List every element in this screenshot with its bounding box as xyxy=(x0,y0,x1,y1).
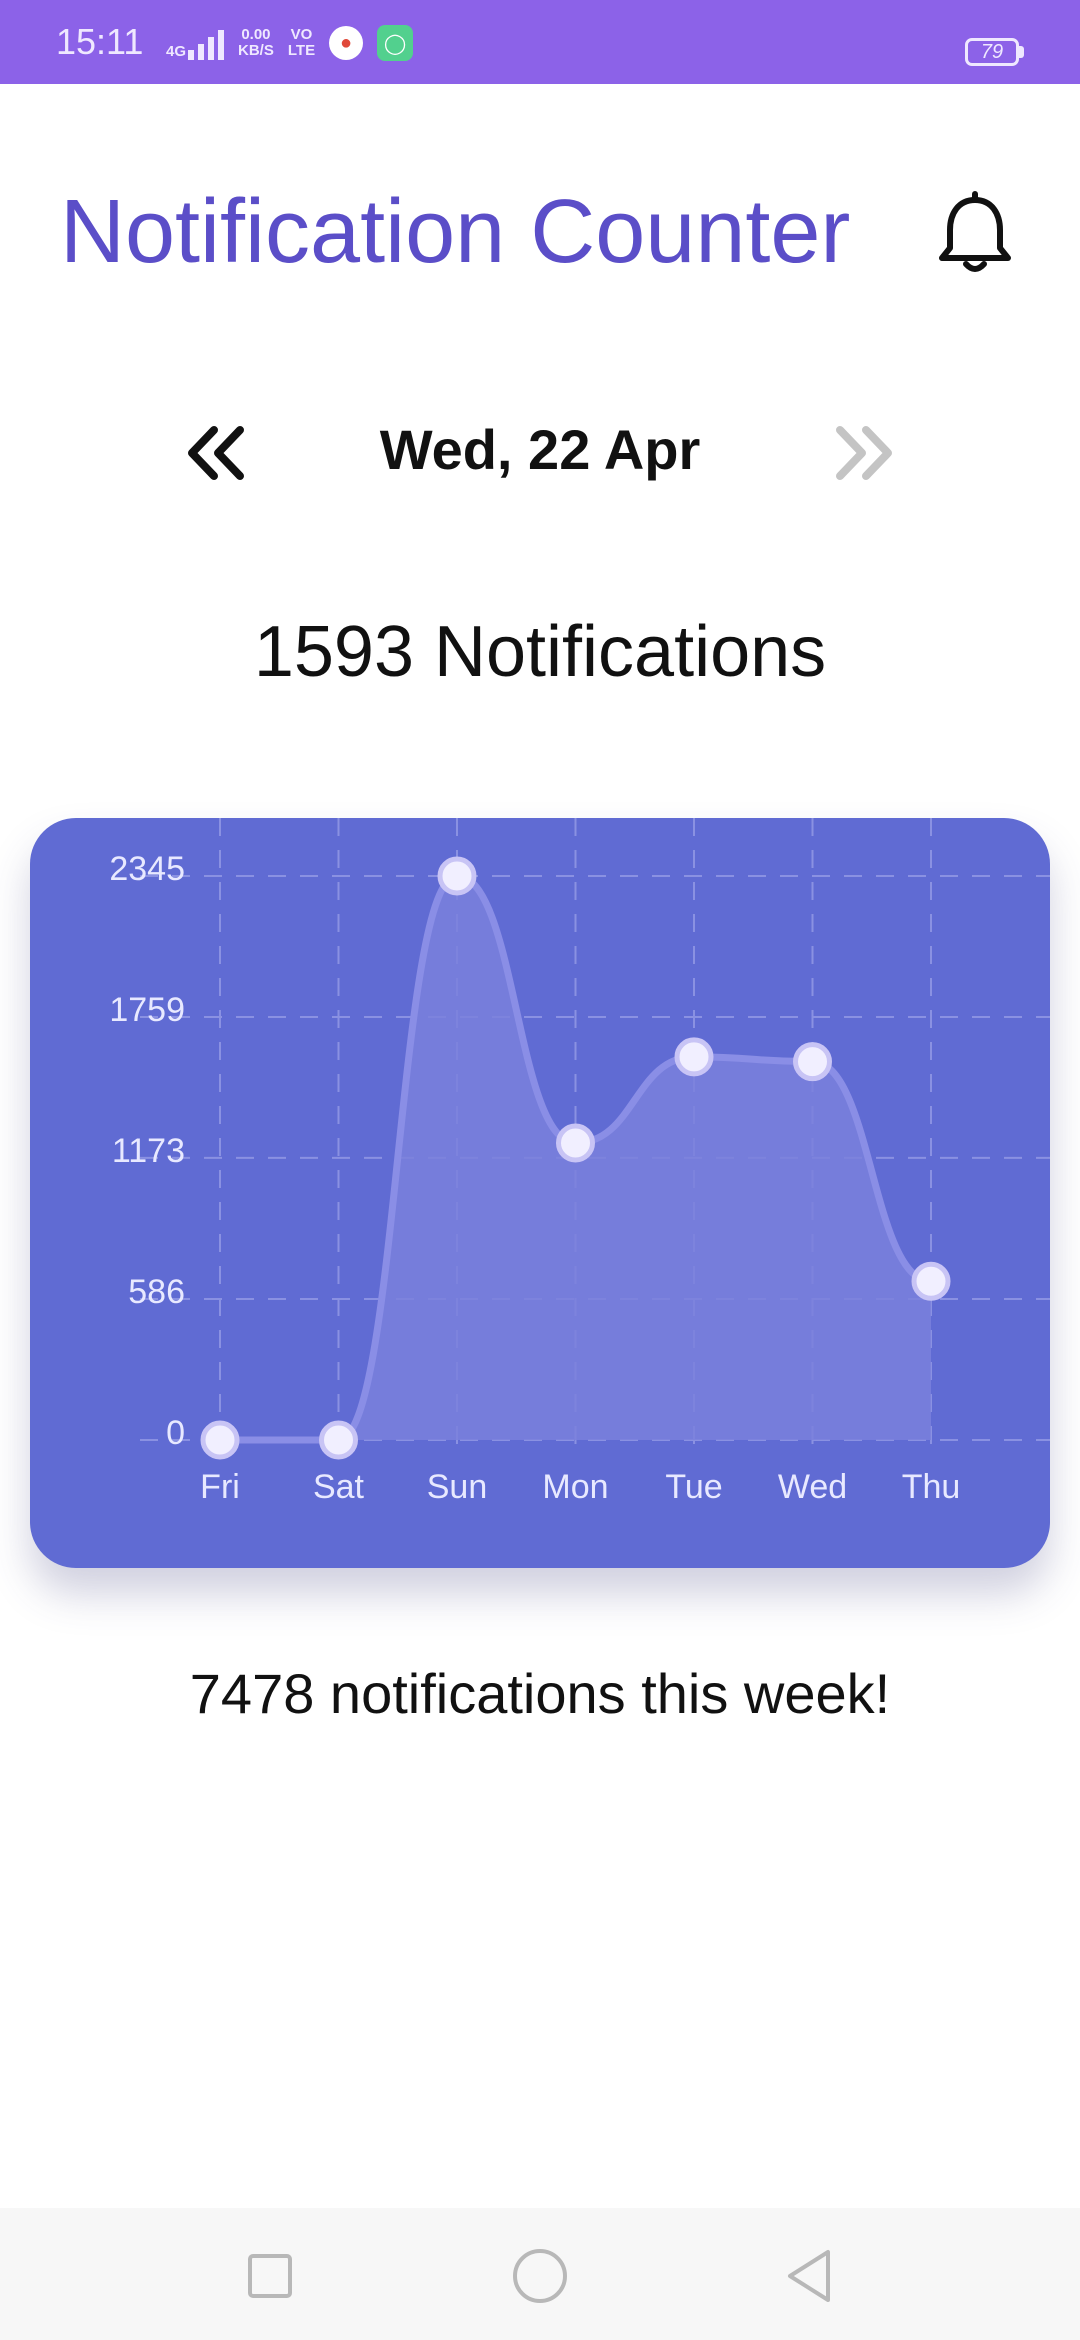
day-notification-count: 1593 Notifications xyxy=(253,612,827,692)
bell-icon[interactable] xyxy=(930,190,1020,280)
status-bar: 15:11 4G 0.00 KB/S VO LTE ● ◯ 79 xyxy=(0,0,1080,84)
data-speed: 0.00 KB/S xyxy=(238,27,274,59)
battery-icon: 79 xyxy=(965,38,1019,66)
x-tick-label: Thu xyxy=(902,1468,961,1506)
y-tick-label: 1759 xyxy=(109,991,185,1029)
signal-icon xyxy=(188,26,225,60)
current-date: Wed, 22 Apr xyxy=(379,418,701,481)
triangle-back-icon[interactable] xyxy=(782,2248,838,2304)
status-icons: 4G 0.00 KB/S VO LTE ● ◯ xyxy=(166,18,414,68)
data-point-mon xyxy=(556,1123,595,1163)
x-tick-label: Sun xyxy=(427,1468,488,1506)
chat-app-icon: ◯ xyxy=(377,25,414,61)
x-tick-label: Tue xyxy=(665,1468,722,1506)
y-tick-label: 2345 xyxy=(109,850,185,888)
location-app-icon: ● xyxy=(329,26,364,60)
data-point-tue xyxy=(674,1037,714,1077)
double-chevron-right-icon[interactable] xyxy=(820,420,900,486)
x-tick-label: Sat xyxy=(313,1468,365,1506)
volte-bottom: LTE xyxy=(287,42,316,59)
data-point-sun xyxy=(437,856,477,896)
chart-svg: 0 586 1173 1759 2345 Fri Sat Sun Mon Tue Wed Thu xyxy=(109,818,1050,1506)
x-tick-label: Wed xyxy=(778,1468,847,1506)
network-type: 4G xyxy=(166,43,187,60)
data-point-wed xyxy=(793,1042,832,1082)
volte-top: VO xyxy=(290,26,313,43)
battery-tip xyxy=(1019,46,1024,58)
circle-icon[interactable] xyxy=(512,2248,568,2304)
app-title: Notification Counter xyxy=(60,182,851,282)
speed-value: 0.00 xyxy=(241,26,271,43)
square-icon[interactable] xyxy=(242,2248,298,2304)
volte-indicator: VO LTE xyxy=(288,27,315,59)
data-point-fri xyxy=(200,1420,240,1460)
week-total: 7478 notifications this week! xyxy=(189,1662,891,1725)
network-indicator: 4G xyxy=(166,26,225,60)
status-time: 15:11 xyxy=(56,21,144,62)
y-tick-label: 0 xyxy=(166,1414,185,1452)
double-chevron-left-icon[interactable] xyxy=(180,420,260,486)
data-point-sat xyxy=(319,1420,358,1460)
system-nav-bar xyxy=(0,2208,1080,2340)
y-tick-label: 586 xyxy=(128,1273,185,1311)
y-tick-label: 1173 xyxy=(112,1132,185,1170)
data-point-thu xyxy=(911,1261,951,1301)
weekly-chart: 0 586 1173 1759 2345 Fri Sat Sun Mon Tue Wed Thu xyxy=(30,818,1050,1568)
x-tick-label: Mon xyxy=(542,1468,608,1506)
speed-unit: KB/S xyxy=(238,42,274,59)
x-tick-label: Fri xyxy=(200,1468,240,1506)
